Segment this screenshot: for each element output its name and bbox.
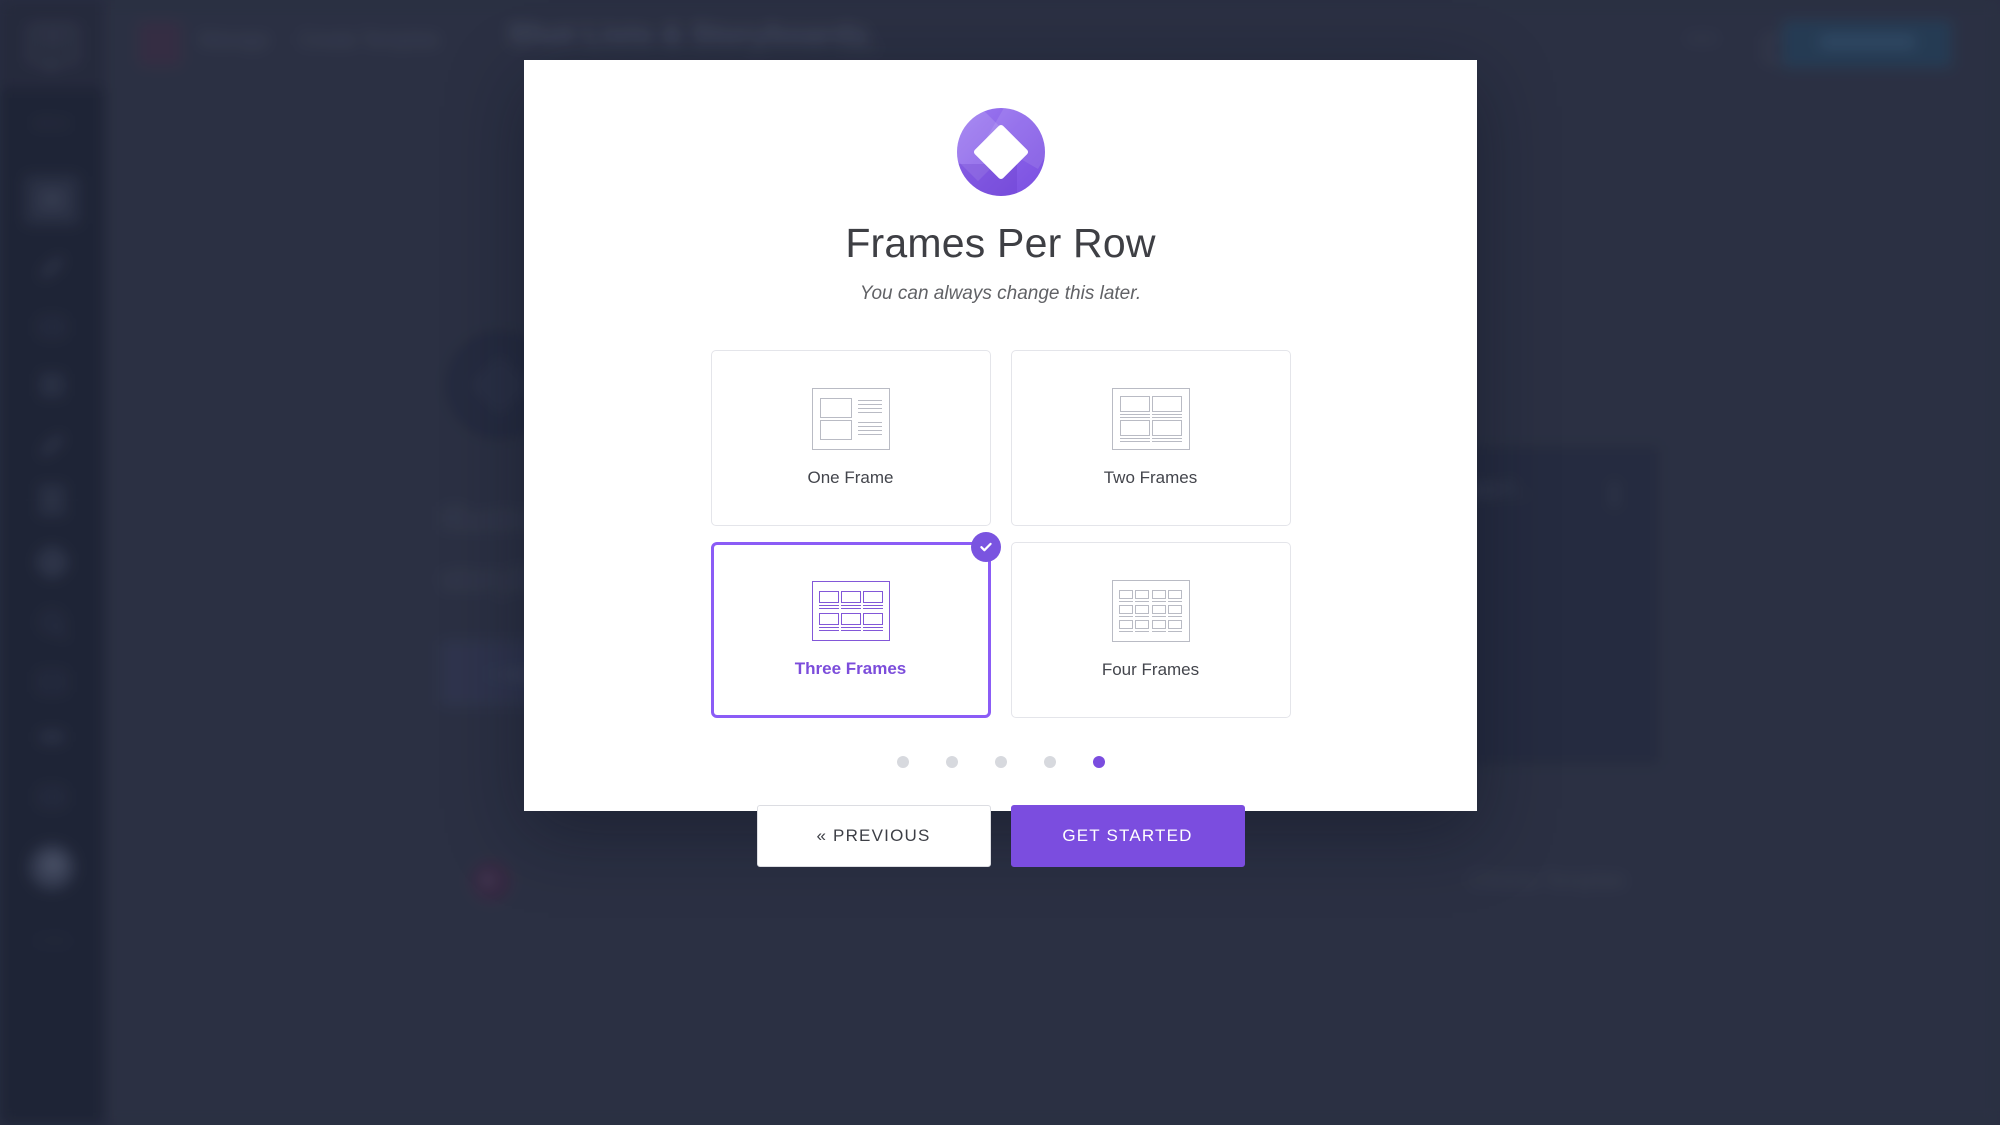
option-four-frames-label: Four Frames [1101,660,1200,679]
pagination-dot-2[interactable] [945,756,958,768]
pagination-dot-5[interactable] [1092,756,1105,768]
option-two-frames[interactable]: Two Frames [1010,350,1291,526]
two-frame-layout-icon [1111,388,1190,450]
option-one-frame-label: One Frame [807,468,894,487]
option-three-frames[interactable]: Three Frames [710,532,1001,718]
modal-actions: « PREVIOUS GET STARTED [588,805,1413,867]
option-one-frame[interactable]: One Frame [710,350,991,526]
get-started-button[interactable]: GET STARTED [1010,805,1245,867]
frames-per-row-modal: Frames Per Row You can always change thi… [524,60,1477,867]
modal-logo-wrap [588,108,1413,196]
option-two-frames-label: Two Frames [1103,468,1198,487]
pagination-dots [588,756,1413,768]
three-frame-layout-icon [811,581,890,641]
four-frame-layout-icon [1111,580,1190,642]
pagination-dot-1[interactable] [896,756,909,768]
option-three-frames-label: Three Frames [794,659,907,678]
one-frame-layout-icon [811,388,890,450]
modal-title: Frames Per Row [845,220,1156,266]
check-icon [970,532,1001,562]
frames-per-row-options: One Frame Two Frames Three Frames Four F… [710,350,1291,718]
modal-subtitle: You can always change this later. [859,283,1142,304]
previous-button[interactable]: « PREVIOUS [756,805,991,867]
pagination-dot-3[interactable] [994,756,1007,768]
diamond-brand-logo-icon [956,108,1045,196]
option-four-frames[interactable]: Four Frames [1010,542,1291,718]
pagination-dot-4[interactable] [1043,756,1056,768]
